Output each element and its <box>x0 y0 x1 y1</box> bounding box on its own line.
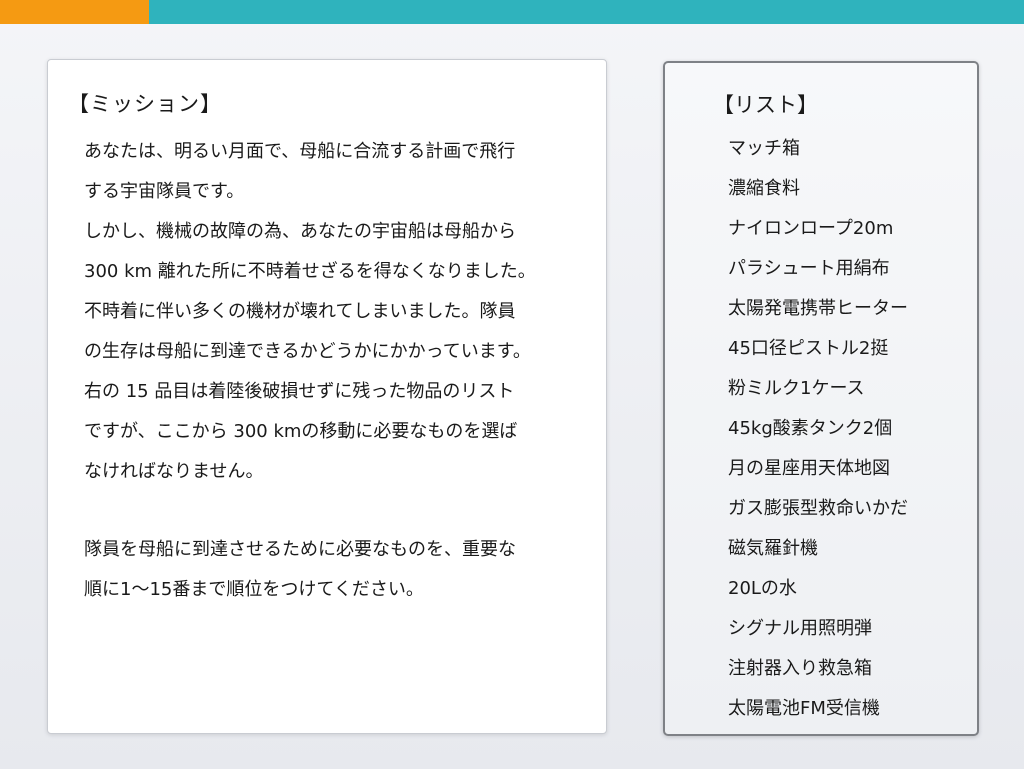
mission-line: しかし、機械の故障の為、あなたの宇宙船は母船から <box>84 221 516 242</box>
mission-line: の生存は母船に到達できるかどうかにかかっています。 <box>84 341 531 362</box>
list-item: パラシュート用絹布 <box>728 258 890 279</box>
list-item: 注射器入り救急箱 <box>728 658 872 679</box>
mission-instruction: 隊員を母船に到達させるために必要なものを、重要な 順に1〜15番まで順位をつけて… <box>84 530 594 610</box>
mission-line: する宇宙隊員です。 <box>84 181 245 202</box>
list-item: ナイロンロープ20m <box>728 218 894 239</box>
item-list: マッチ箱 濃縮食料 ナイロンロープ20m パラシュート用絹布 太陽発電携帯ヒータ… <box>728 129 908 729</box>
mission-line: あなたは、明るい月面で、母船に合流する計画で飛行 <box>84 141 516 162</box>
mission-line: ですが、ここから 300 kmの移動に必要なものを選ば <box>84 421 518 442</box>
top-accent-bar-orange <box>0 0 149 24</box>
mission-line: なければなりません。 <box>84 461 264 482</box>
list-item: ガス膨張型救命いかだ <box>728 498 908 519</box>
list-item: 磁気羅針機 <box>728 538 818 559</box>
list-item: 太陽発電携帯ヒーター <box>728 298 908 319</box>
instruction-line: 隊員を母船に到達させるために必要なものを、重要な <box>84 539 516 560</box>
mission-line: 300 km 離れた所に不時着せざるを得なくなりました。 <box>84 261 536 282</box>
mission-title: 【ミッション】 <box>68 92 222 116</box>
list-item: 45kg酸素タンク2個 <box>728 418 893 439</box>
mission-description: あなたは、明るい月面で、母船に合流する計画で飛行 する宇宙隊員です。 しかし、機… <box>84 132 594 492</box>
list-item: 濃縮食料 <box>728 178 800 199</box>
list-item: 月の星座用天体地図 <box>728 458 890 479</box>
list-item: マッチ箱 <box>728 138 800 159</box>
list-item: 粉ミルク1ケース <box>728 378 865 399</box>
instruction-line: 順に1〜15番まで順位をつけてください。 <box>84 579 424 600</box>
list-item: 太陽電池FM受信機 <box>728 698 880 719</box>
mission-line: 不時着に伴い多くの機材が壊れてしまいました。隊員 <box>84 301 516 322</box>
top-accent-bar <box>0 0 1024 24</box>
mission-line: 右の 15 品目は着陸後破損せずに残った物品のリスト <box>84 381 515 402</box>
list-item: 45口径ピストル2挺 <box>728 338 889 359</box>
item-list-panel: 【リスト】 マッチ箱 濃縮食料 ナイロンロープ20m パラシュート用絹布 太陽発… <box>663 61 979 736</box>
mission-panel: 【ミッション】 あなたは、明るい月面で、母船に合流する計画で飛行 する宇宙隊員で… <box>47 59 607 734</box>
list-item: 20Lの水 <box>728 578 797 599</box>
list-title: 【リスト】 <box>713 93 818 117</box>
list-item: シグナル用照明弾 <box>728 618 872 639</box>
